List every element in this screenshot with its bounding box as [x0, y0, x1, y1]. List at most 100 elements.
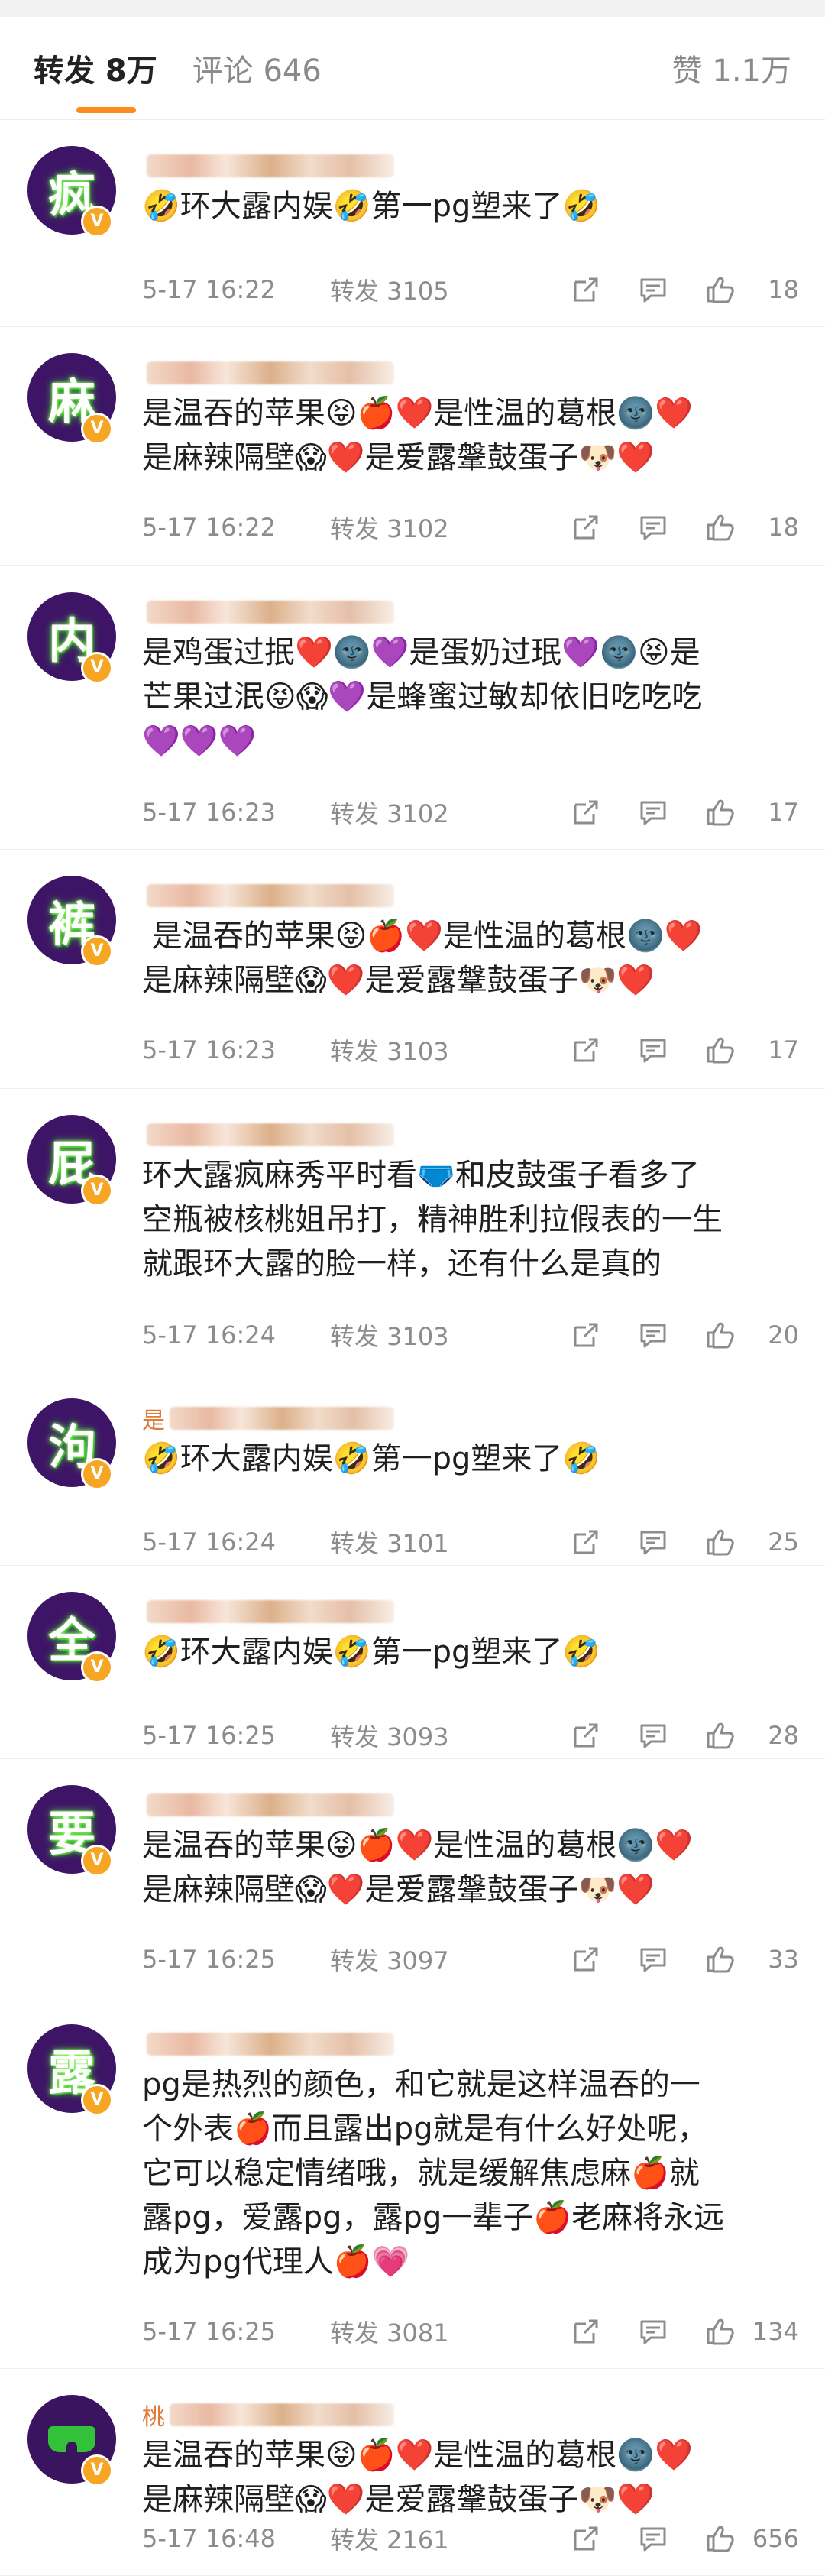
like-icon[interactable] [704, 2315, 736, 2348]
share-icon[interactable] [570, 1526, 602, 1558]
share-icon[interactable] [570, 1319, 602, 1351]
username-blurred [147, 884, 394, 907]
username-visible-char: 桃 [142, 2404, 165, 2431]
tab-reposts[interactable]: 转发 8万 [34, 46, 157, 90]
share-icon[interactable] [570, 274, 602, 306]
comment-icon[interactable] [637, 511, 669, 543]
share-icon[interactable] [570, 511, 602, 543]
timestamp: 5-17 16:24 [142, 1528, 277, 1557]
like-icon[interactable] [704, 1034, 736, 1066]
comment-icon[interactable] [637, 1719, 669, 1751]
repost-text: 🤣环大露内娱🤣第一pg塑来了🤣 [142, 189, 601, 224]
username[interactable] [142, 1120, 394, 1150]
username-blurred [147, 1123, 394, 1146]
repost-count: 转发 2161 [330, 2526, 449, 2555]
repost-text: 环大露疯麻秀平时看🩲和皮鼓蛋子看多了 空瓶被核桃姐吊打，精神胜利拉假表的一生 就… [142, 1158, 723, 1282]
verified-badge-icon: V [81, 206, 113, 238]
tab-comments[interactable]: 评论 646 [192, 46, 322, 90]
tab-bar: 转发 8万 评论 646 赞 1.1万 [0, 17, 825, 120]
comment-icon[interactable] [637, 1526, 669, 1558]
username[interactable] [142, 597, 394, 627]
username[interactable] [142, 151, 394, 181]
verified-badge-icon: V [81, 1845, 113, 1877]
like-count: 18 [768, 275, 799, 304]
like-icon[interactable] [704, 274, 736, 306]
repost-item: 露 V pg是热烈的颜色，和它就是这样温吞的一 个外表🍎而且露出pg就是有什么好… [0, 1998, 825, 2369]
repost-meta: 5-17 16:23 转发 3103 17 [142, 1033, 799, 1067]
like-icon[interactable] [704, 1719, 736, 1751]
username[interactable]: 桃 [142, 2399, 394, 2431]
username[interactable] [142, 358, 394, 388]
username[interactable] [142, 1596, 394, 1627]
timestamp: 5-17 16:22 [142, 513, 277, 542]
username-visible-char: 是 [142, 1408, 165, 1434]
repost-item: V 桃 是温吞的苹果😝🍎❤️是性温的葛根🌚❤️ 是麻辣隔壁😱❤️是爱露鞶鼓蛋子🐶… [0, 2369, 825, 2576]
like-count: 18 [768, 513, 799, 542]
repost-meta: 5-17 16:25 转发 3097 33 [142, 1943, 799, 1976]
like-icon[interactable] [704, 796, 736, 828]
share-icon[interactable] [570, 1034, 602, 1066]
timestamp: 5-17 16:25 [142, 1945, 277, 1974]
repost-text: 是温吞的苹果😝🍎❤️是性温的葛根🌚❤️ 是麻辣隔壁😱❤️是爱露鞶鼓蛋子🐶❤️ [142, 1828, 693, 1907]
repost-text: pg是热烈的颜色，和它就是这样温吞的一 个外表🍎而且露出pg就是有什么好处呢， … [142, 2067, 725, 2280]
like-count: 656 [752, 2524, 799, 2553]
repost-text: 🤣环大露内娱🤣第一pg塑来了🤣 [142, 1441, 601, 1476]
repost-count: 转发 3093 [330, 1722, 449, 1751]
comment-icon[interactable] [637, 1319, 669, 1351]
comment-icon[interactable] [637, 2523, 669, 2555]
repost-item: 裤 V 是温吞的苹果😝🍎❤️是性温的葛根🌚❤️ 是麻辣隔壁😱❤️是爱露鞶鼓蛋子🐶… [0, 850, 825, 1089]
tab-likes[interactable]: 赞 1.1万 [672, 46, 791, 90]
like-count: 20 [768, 1320, 799, 1350]
comment-icon[interactable] [637, 1943, 669, 1975]
username[interactable]: 是 [142, 1403, 394, 1434]
username[interactable] [142, 880, 394, 911]
verified-badge-icon: V [81, 2084, 113, 2116]
verified-badge-icon: V [81, 413, 113, 445]
like-count: 25 [768, 1528, 799, 1557]
repost-item: 泃 V 是 🤣环大露内娱🤣第一pg塑来了🤣 5-17 16:24 转发 3101… [0, 1372, 825, 1566]
repost-list: 疯 V 🤣环大露内娱🤣第一pg塑来了🤣 5-17 16:22 转发 3105 1… [0, 120, 825, 2576]
shorts-icon [48, 2426, 95, 2452]
verified-badge-icon: V [81, 652, 113, 684]
comment-icon[interactable] [637, 796, 669, 828]
username[interactable] [142, 1790, 394, 1820]
timestamp: 5-17 16:48 [142, 2524, 277, 2553]
repost-item: 全 V 🤣环大露内娱🤣第一pg塑来了🤣 5-17 16:25 转发 3093 2… [0, 1566, 825, 1759]
comment-icon[interactable] [637, 2315, 669, 2348]
like-icon[interactable] [704, 1526, 736, 1558]
repost-item: 麻 V 是温吞的苹果😝🍎❤️是性温的葛根🌚❤️ 是麻辣隔壁😱❤️是爱露鞶鼓蛋子🐶… [0, 327, 825, 566]
username-blurred [170, 2403, 394, 2426]
status-strip [0, 0, 825, 17]
tab-active-indicator [76, 107, 136, 113]
like-count: 17 [768, 798, 799, 827]
share-icon[interactable] [570, 1943, 602, 1975]
share-icon[interactable] [570, 2315, 602, 2348]
like-icon[interactable] [704, 1943, 736, 1975]
repost-count: 转发 3105 [330, 277, 449, 306]
timestamp: 5-17 16:25 [142, 2317, 277, 2346]
like-count: 28 [768, 1721, 799, 1750]
repost-meta: 5-17 16:25 转发 3081 134 [142, 2315, 799, 2348]
share-icon[interactable] [570, 796, 602, 828]
username[interactable] [142, 2029, 394, 2059]
comment-icon[interactable] [637, 1034, 669, 1066]
repost-text: 是温吞的苹果😝🍎❤️是性温的葛根🌚❤️ 是麻辣隔壁😱❤️是爱露鞶鼓蛋子🐶❤️ [142, 919, 703, 998]
timestamp: 5-17 16:23 [142, 798, 277, 827]
like-icon[interactable] [704, 1319, 736, 1351]
share-icon[interactable] [570, 1719, 602, 1751]
like-count: 17 [768, 1035, 799, 1064]
like-count: 134 [752, 2317, 799, 2346]
like-icon[interactable] [704, 2523, 736, 2555]
share-icon[interactable] [570, 2523, 602, 2555]
comment-icon[interactable] [637, 274, 669, 306]
username-blurred [170, 1407, 394, 1430]
like-icon[interactable] [704, 511, 736, 543]
repost-meta: 5-17 16:22 转发 3102 18 [142, 510, 799, 544]
repost-count: 转发 3102 [330, 514, 449, 543]
repost-count: 转发 3103 [330, 1322, 449, 1351]
repost-count: 转发 3101 [330, 1529, 449, 1558]
verified-badge-icon: V [81, 935, 113, 967]
verified-badge-icon: V [81, 1651, 113, 1683]
verified-badge-icon: V [81, 1175, 113, 1207]
verified-badge-icon: V [81, 2454, 113, 2487]
